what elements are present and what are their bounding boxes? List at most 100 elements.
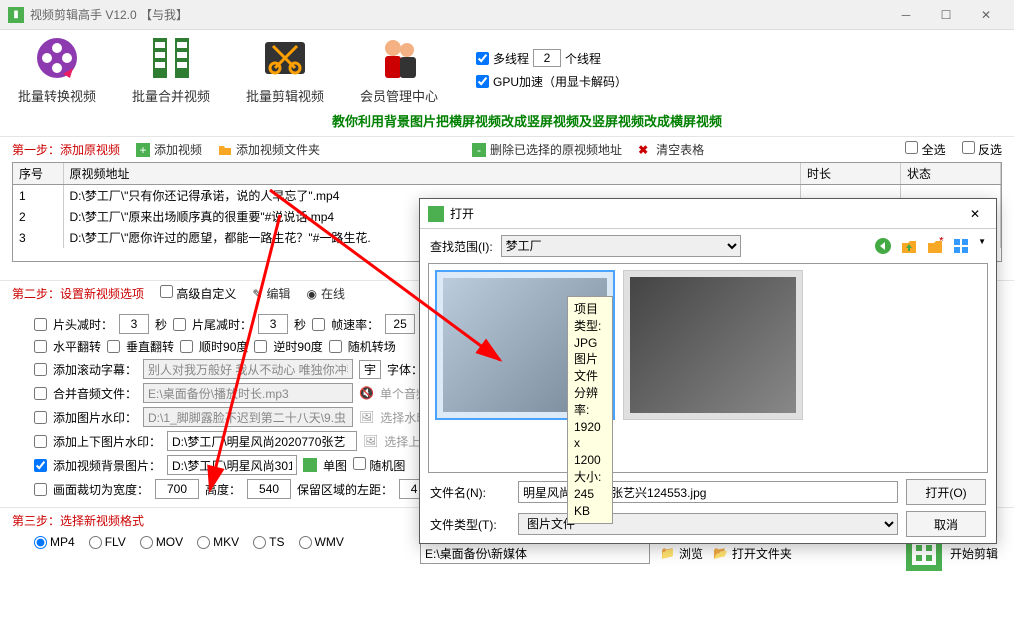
svg-text:*: * xyxy=(939,237,944,248)
ccw90-checkbox[interactable] xyxy=(254,340,267,353)
save-path-input[interactable] xyxy=(420,542,650,564)
step3-label: 第三步：选择新视频格式 xyxy=(12,512,400,529)
member-center-button[interactable]: 会员管理中心 xyxy=(354,34,444,105)
minimize-button[interactable]: ─ xyxy=(886,0,926,30)
fmt-flv[interactable]: FLV xyxy=(89,535,126,549)
col-stat[interactable]: 状态 xyxy=(901,163,1001,185)
bg-image-input[interactable] xyxy=(167,455,297,475)
random-img-checkbox[interactable]: 随机图 xyxy=(353,457,405,474)
tool-label: 批量剪辑视频 xyxy=(246,86,324,105)
lookup-label: 查找范围(I): xyxy=(430,238,493,255)
open-button[interactable]: 打开(O) xyxy=(906,479,986,505)
invert-checkbox[interactable]: 反选 xyxy=(962,141,1002,158)
font-sample-icon[interactable]: 宇 xyxy=(359,360,381,379)
thread-count-input[interactable] xyxy=(533,49,561,67)
delete-selected-button[interactable]: -删除已选择的原视频地址 xyxy=(472,141,622,158)
fmt-wmv[interactable]: WMV xyxy=(299,535,344,549)
lookup-row: 查找范围(I): 梦工厂 * ▼ xyxy=(420,229,996,263)
multithread-checkbox[interactable] xyxy=(476,52,489,65)
open-folder-button[interactable]: 📂打开文件夹 xyxy=(713,545,792,562)
file-thumbnail[interactable] xyxy=(623,270,803,420)
back-icon[interactable] xyxy=(874,237,892,255)
bg-image-checkbox[interactable] xyxy=(34,459,47,472)
up-icon[interactable] xyxy=(900,237,918,255)
clear-table-button[interactable]: ✖清空表格 xyxy=(638,141,704,158)
crop-height-input[interactable] xyxy=(247,479,291,499)
browse-button[interactable]: 📁浏览 xyxy=(660,545,703,562)
cancel-button[interactable]: 取消 xyxy=(906,511,986,537)
img-watermark-checkbox[interactable] xyxy=(34,411,47,424)
dialog-icon xyxy=(428,206,444,222)
head-trim-checkbox[interactable] xyxy=(34,318,47,331)
col-seq[interactable]: 序号 xyxy=(13,163,63,185)
convert-video-button[interactable]: 批量转换视频 xyxy=(12,34,102,105)
gpu-checkbox[interactable] xyxy=(476,75,489,88)
people-icon xyxy=(375,34,423,82)
dialog-bottom: 文件名(N): 打开(O) 文件类型(T): 图片文件 取消 xyxy=(420,473,996,543)
advanced-checkbox[interactable]: 高级自定义 xyxy=(160,285,236,302)
dialog-close-button[interactable]: ✕ xyxy=(962,201,988,227)
thumbnail-image xyxy=(630,277,796,413)
multithread-label: 多线程 xyxy=(493,50,529,67)
close-button[interactable]: ✕ xyxy=(966,0,1006,30)
head-trim-input[interactable] xyxy=(119,314,149,334)
add-video-button[interactable]: +添加视频 xyxy=(136,141,202,158)
new-folder-icon[interactable]: * xyxy=(926,237,944,255)
film-merge-icon xyxy=(147,34,195,82)
tail-trim-input[interactable] xyxy=(258,314,288,334)
dialog-titlebar: 打开 ✕ xyxy=(420,199,996,229)
scroll-sub-checkbox[interactable] xyxy=(34,363,47,376)
merge-audio-checkbox[interactable] xyxy=(34,387,47,400)
cut-video-button[interactable]: 批量剪辑视频 xyxy=(240,34,330,105)
gpu-label: GPU加速（用显卡解码） xyxy=(493,73,627,90)
dialog-title: 打开 xyxy=(450,205,474,222)
fmt-mkv[interactable]: MKV xyxy=(197,535,239,549)
hflip-checkbox[interactable] xyxy=(34,340,47,353)
fmt-ts[interactable]: TS xyxy=(253,535,284,549)
tool-label: 批量合并视频 xyxy=(132,86,210,105)
crop-checkbox[interactable] xyxy=(34,483,47,496)
app-icon: ▮ xyxy=(8,7,24,23)
main-toolbar: 批量转换视频 批量合并视频 批量剪辑视频 会员管理中心 多线程 个线程 GPU加… xyxy=(0,30,1014,109)
view-icon[interactable] xyxy=(952,237,970,255)
thread-suffix: 个线程 xyxy=(565,50,601,67)
tool-label: 会员管理中心 xyxy=(360,86,438,105)
crop-width-input[interactable] xyxy=(155,479,199,499)
image-icon[interactable] xyxy=(303,458,317,472)
online-button[interactable]: ◉ 在线 xyxy=(306,285,345,302)
view-dropdown-icon[interactable]: ▼ xyxy=(978,237,986,255)
cw90-checkbox[interactable] xyxy=(180,340,193,353)
tail-trim-checkbox[interactable] xyxy=(173,318,186,331)
filetype-label: 文件类型(T): xyxy=(430,516,510,533)
film-convert-icon xyxy=(33,34,81,82)
col-path[interactable]: 原视频地址 xyxy=(63,163,801,185)
audio-path-input[interactable] xyxy=(143,383,353,403)
merge-video-button[interactable]: 批量合并视频 xyxy=(126,34,216,105)
scroll-sub-input[interactable] xyxy=(143,359,353,379)
format-row: MP4 FLV MOV MKV TS WMV xyxy=(34,535,378,549)
titlebar: ▮ 视频剪辑高手 V12.0 【与我】 ─ ☐ ✕ xyxy=(0,0,1014,30)
topbot-watermark-checkbox[interactable] xyxy=(34,435,47,448)
file-list-area[interactable]: 项目类型: JPG 图片文件 分辨率: 1920 x 1200 大小: 245 … xyxy=(428,263,988,473)
select-all-checkbox[interactable]: 全选 xyxy=(905,141,945,158)
col-dur[interactable]: 时长 xyxy=(801,163,901,185)
step2-label: 第二步：设置新视频选项 xyxy=(12,285,144,302)
edit-button[interactable]: ✎ 编辑 xyxy=(252,285,290,302)
svg-text:-: - xyxy=(477,143,481,157)
fmt-mp4[interactable]: MP4 xyxy=(34,535,75,549)
add-folder-button[interactable]: 添加视频文件夹 xyxy=(218,141,320,158)
topbot-path-input[interactable] xyxy=(167,431,357,451)
speaker-icon: 🔇 xyxy=(359,386,374,400)
image-icon: 🖼 xyxy=(363,434,378,448)
scissors-icon xyxy=(261,34,309,82)
file-thumbnail-selected[interactable]: 项目类型: JPG 图片文件 分辨率: 1920 x 1200 大小: 245 … xyxy=(435,270,615,420)
vflip-checkbox[interactable] xyxy=(107,340,120,353)
fps-checkbox[interactable] xyxy=(312,318,325,331)
file-tooltip: 项目类型: JPG 图片文件 分辨率: 1920 x 1200 大小: 245 … xyxy=(567,296,613,524)
maximize-button[interactable]: ☐ xyxy=(926,0,966,30)
img-watermark-input[interactable] xyxy=(143,407,353,427)
fmt-mov[interactable]: MOV xyxy=(140,535,183,549)
lookup-select[interactable]: 梦工厂 xyxy=(501,235,741,257)
fps-input[interactable] xyxy=(385,314,415,334)
random-transition-checkbox[interactable] xyxy=(329,340,342,353)
